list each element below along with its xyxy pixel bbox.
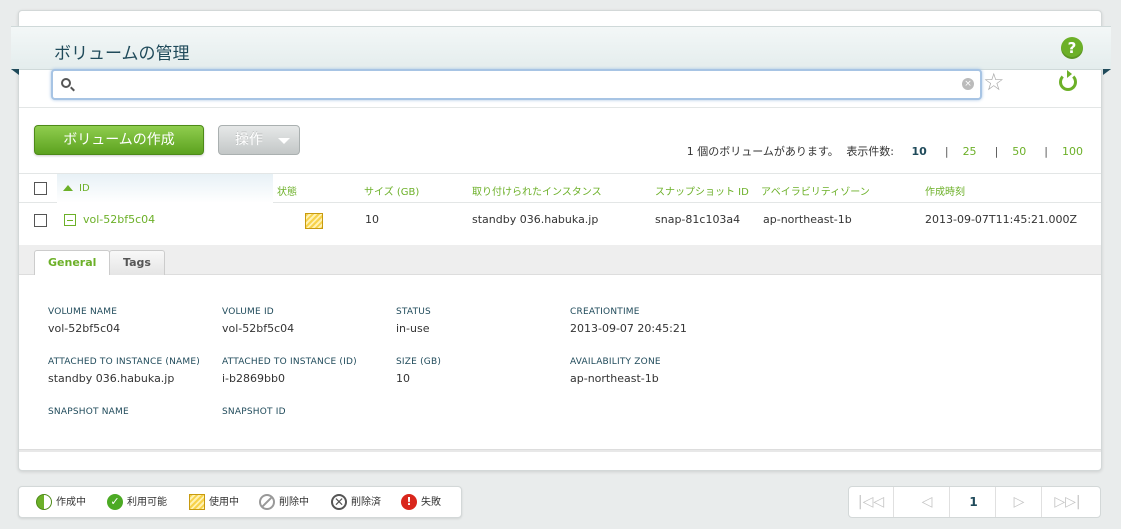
select-all-checkbox[interactable] bbox=[34, 182, 47, 195]
separator: | bbox=[944, 145, 949, 158]
field-value: ap-northeast-1b bbox=[570, 372, 659, 385]
favorite-star-icon[interactable]: ☆ bbox=[983, 68, 1005, 96]
pagination: |◁◁ ◁ 1 ▷ ▷▷| bbox=[848, 486, 1101, 518]
field-value: standby 036.habuka.jp bbox=[48, 372, 175, 385]
volume-count: 1 個のボリュームがあります。 bbox=[686, 145, 839, 158]
in-use-icon bbox=[189, 494, 205, 510]
status-legend: 作成中 ✓ 利用可能 使用中 削除中 ✕ 削除済 ! 失敗 bbox=[18, 486, 462, 518]
tab-general[interactable]: General bbox=[34, 250, 111, 277]
volume-size: 10 bbox=[365, 213, 379, 226]
tab-tags[interactable]: Tags bbox=[109, 250, 165, 276]
title-bar: ボリュームの管理 ? bbox=[11, 26, 1111, 75]
failed-icon: ! bbox=[401, 494, 417, 510]
created-time: 2013-09-07T11:45:21.000Z bbox=[925, 213, 1078, 226]
detail-body: VOLUME NAME vol-52bf5c04 VOLUME ID vol-5… bbox=[19, 275, 1101, 441]
separator: | bbox=[1044, 145, 1048, 158]
deleting-icon bbox=[259, 494, 275, 510]
help-icon[interactable]: ? bbox=[1061, 37, 1083, 59]
chevron-down-icon bbox=[278, 138, 290, 144]
available-icon: ✓ bbox=[107, 494, 123, 510]
column-created-header[interactable]: 作成時刻 bbox=[925, 183, 965, 198]
next-page-button[interactable]: ▷ bbox=[997, 487, 1042, 517]
attached-instance: standby 036.habuka.jp bbox=[472, 213, 599, 226]
search-box[interactable]: × bbox=[51, 69, 982, 100]
table-row[interactable]: vol-52bf5c04 10 standby 036.habuka.jp sn… bbox=[19, 203, 1101, 245]
field-value: i-b2869bb0 bbox=[222, 372, 285, 385]
create-volume-button[interactable]: ボリュームの作成 bbox=[34, 125, 204, 155]
column-label: ID bbox=[79, 183, 90, 194]
field-value: 2013-09-07 20:45:21 bbox=[570, 322, 687, 335]
row-checkbox[interactable] bbox=[34, 214, 47, 227]
result-summary: 1 個のボリュームがあります。 表示件数: 10 | 25 | 50 | 100 bbox=[683, 143, 1083, 159]
field-label: SNAPSHOT ID bbox=[222, 407, 286, 417]
field-label: SNAPSHOT NAME bbox=[48, 407, 129, 417]
page-size-25[interactable]: 25 bbox=[963, 145, 977, 158]
column-instance-header[interactable]: 取り付けられたインスタンス bbox=[472, 183, 602, 198]
in-use-status-icon bbox=[305, 213, 323, 229]
prev-page-button[interactable]: ◁ bbox=[905, 487, 950, 517]
separator: | bbox=[994, 145, 999, 158]
page-size-10[interactable]: 10 bbox=[912, 145, 927, 158]
detail-tabs: General Tags bbox=[19, 245, 1101, 277]
page-title: ボリュームの管理 bbox=[54, 44, 190, 64]
column-id-header[interactable]: ID bbox=[57, 174, 273, 203]
snapshot-id: snap-81c103a4 bbox=[655, 213, 741, 226]
divider bbox=[19, 107, 1101, 108]
clear-icon[interactable]: × bbox=[962, 78, 974, 90]
field-label: SIZE (GB) bbox=[396, 357, 442, 367]
main-panel: ボリュームの管理 ? × ☆ ボリュームの作成 操作 1 個のボリュームがありま… bbox=[11, 10, 1111, 471]
first-page-button[interactable]: |◁◁ bbox=[849, 487, 894, 517]
field-label: ATTACHED TO INSTANCE (NAME) bbox=[48, 357, 200, 367]
collapse-icon[interactable] bbox=[64, 214, 76, 226]
table-header: ID 状態 サイズ (GB) 取り付けられたインスタンス スナップショット ID… bbox=[19, 173, 1101, 203]
actions-dropdown-button[interactable]: 操作 bbox=[218, 125, 300, 155]
creating-icon bbox=[36, 494, 52, 510]
legend-label: 作成中 bbox=[56, 497, 86, 508]
page-size-50[interactable]: 50 bbox=[1012, 145, 1026, 158]
per-page-label: 表示件数: bbox=[846, 145, 895, 158]
field-label: STATUS bbox=[396, 307, 431, 317]
availability-zone: ap-northeast-1b bbox=[763, 213, 852, 226]
search-icon bbox=[61, 78, 71, 88]
field-value: vol-52bf5c04 bbox=[48, 322, 121, 335]
field-label: ATTACHED TO INSTANCE (ID) bbox=[222, 357, 357, 367]
field-label: VOLUME NAME bbox=[48, 307, 118, 317]
field-label: CREATIONTIME bbox=[570, 307, 640, 317]
column-size-header[interactable]: サイズ (GB) bbox=[364, 183, 419, 198]
search-input[interactable] bbox=[79, 75, 959, 95]
actions-label: 操作 bbox=[235, 132, 263, 148]
field-value: 10 bbox=[396, 372, 410, 385]
last-page-button[interactable]: ▷▷| bbox=[1045, 487, 1090, 517]
legend-label: 削除済 bbox=[351, 497, 381, 508]
page-size-100[interactable]: 100 bbox=[1062, 145, 1083, 158]
sort-ascending-icon bbox=[63, 185, 73, 191]
volume-id-link[interactable]: vol-52bf5c04 bbox=[83, 213, 155, 226]
field-label: VOLUME ID bbox=[222, 307, 274, 317]
panel-footer bbox=[19, 449, 1101, 452]
current-page[interactable]: 1 bbox=[952, 487, 996, 517]
legend-label: 使用中 bbox=[209, 497, 239, 508]
detail-panel: General Tags VOLUME NAME vol-52bf5c04 VO… bbox=[19, 245, 1101, 441]
field-label: AVAILABILITY ZONE bbox=[570, 357, 661, 367]
deleted-icon: ✕ bbox=[331, 494, 347, 510]
column-snapshot-header[interactable]: スナップショット ID bbox=[655, 183, 749, 198]
field-value: in-use bbox=[396, 322, 430, 335]
refresh-icon[interactable] bbox=[1059, 70, 1077, 91]
legend-label: 削除中 bbox=[279, 497, 309, 508]
column-zone-header[interactable]: アベイラビリティゾーン bbox=[761, 183, 870, 198]
legend-label: 利用可能 bbox=[127, 497, 167, 508]
legend-label: 失敗 bbox=[421, 497, 441, 508]
column-status-header[interactable]: 状態 bbox=[277, 183, 297, 198]
field-value: vol-52bf5c04 bbox=[222, 322, 295, 335]
